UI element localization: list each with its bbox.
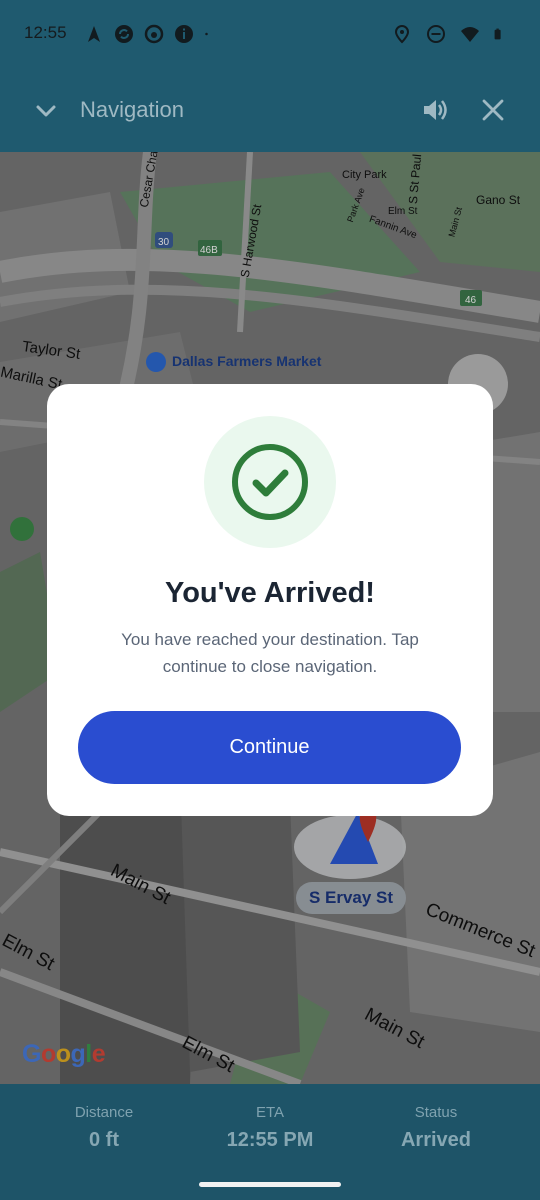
navigation-arrow-icon xyxy=(88,26,100,42)
eta-stat: ETA 12:55 PM xyxy=(180,1104,360,1152)
distance-stat: Distance 0 ft xyxy=(14,1104,194,1152)
status-value: Arrived xyxy=(400,1129,472,1151)
location-icon xyxy=(394,24,410,44)
trip-summary-panel: Distance 0 ft ETA 12:55 PM Status Arrive… xyxy=(0,1084,540,1200)
status-bar: 12:55 xyxy=(0,0,540,70)
status-time: 12:55 xyxy=(24,23,67,42)
volume-icon[interactable] xyxy=(420,95,450,125)
home-indicator[interactable] xyxy=(199,1182,341,1187)
success-badge xyxy=(204,416,336,548)
check-circle-icon xyxy=(232,444,308,520)
dialog-message: You have reached your destination. Tap c… xyxy=(121,630,419,676)
eta-label: ETA xyxy=(255,1104,285,1121)
status-label: Status xyxy=(414,1104,458,1121)
distance-label: Distance xyxy=(74,1104,134,1121)
distance-value: 0 ft xyxy=(89,1129,119,1151)
do-not-disturb-icon xyxy=(427,25,445,43)
dot-icon xyxy=(205,32,208,36)
sync-icon xyxy=(115,25,133,43)
continue-button[interactable]: Continue xyxy=(78,711,461,784)
page-title: Navigation xyxy=(80,97,184,122)
battery-icon xyxy=(494,28,501,40)
status-stat: Status Arrived xyxy=(346,1104,526,1152)
close-icon[interactable] xyxy=(478,95,508,125)
camera-icon xyxy=(144,24,164,44)
dialog-heading: You've Arrived! xyxy=(165,577,375,609)
wifi-icon xyxy=(461,27,479,42)
eta-value: 12:55 PM xyxy=(226,1129,314,1151)
info-icon xyxy=(175,25,193,43)
arrival-dialog: You've Arrived! You have reached your de… xyxy=(47,384,493,816)
status-left-icons xyxy=(84,24,214,44)
chevron-down-icon[interactable] xyxy=(30,95,62,127)
app-bar: Navigation xyxy=(0,70,540,152)
status-right-icons xyxy=(392,24,506,44)
